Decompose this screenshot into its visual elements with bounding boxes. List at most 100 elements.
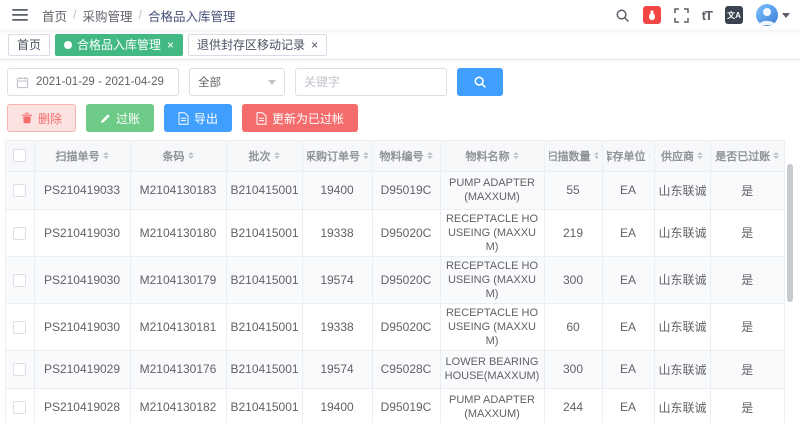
sort-carets-icon[interactable] [594, 149, 598, 162]
table-row[interactable]: PS210419033M2104130183B21041500119400D95… [6, 171, 784, 209]
document-icon [256, 112, 267, 125]
table-cell: PUMP ADAPTER (MAXXUM) [440, 171, 544, 209]
column-header-10[interactable]: 是否已过账 [710, 141, 784, 171]
table-row[interactable]: PS210419030M2104130180B21041500119338D95… [6, 209, 784, 256]
close-icon[interactable]: × [311, 39, 318, 51]
avatar[interactable] [756, 4, 778, 26]
table-cell: 是 [710, 388, 784, 423]
trash-icon [21, 112, 33, 124]
table-cell: M2104130183 [130, 171, 226, 209]
column-header-9[interactable]: 供应商 [654, 141, 710, 171]
column-header-3[interactable]: 批次 [226, 141, 302, 171]
vertical-scrollbar-thumb[interactable] [787, 164, 793, 302]
table-area: 扫描单号条码批次采购订单号物料编号物料名称扫描数量库存单位供应商是否已过账 PS… [5, 140, 795, 423]
table-cell: 19574 [302, 256, 372, 303]
column-header-4[interactable]: 采购订单号 [302, 141, 372, 171]
table-cell: M2104130176 [130, 350, 226, 388]
table-cell: D95020C [372, 209, 440, 256]
font-size-icon[interactable]: tT [702, 8, 712, 23]
tab-label: 合格品入库管理 [77, 36, 161, 53]
sort-carets-icon[interactable] [103, 149, 109, 162]
column-header-2[interactable]: 条码 [130, 141, 226, 171]
data-table: 扫描单号条码批次采购订单号物料编号物料名称扫描数量库存单位供应商是否已过账 PS… [5, 140, 785, 423]
column-header-1[interactable]: 扫描单号 [34, 141, 130, 171]
sort-carets-icon[interactable] [649, 149, 650, 162]
vertical-scrollbar[interactable] [785, 140, 795, 423]
table-cell: PS210419029 [34, 350, 130, 388]
chevron-down-icon [268, 80, 276, 89]
table-cell: M2104130182 [130, 388, 226, 423]
row-checkbox[interactable] [13, 321, 26, 334]
table-cell: 山东联诚 [654, 303, 710, 350]
row-checkbox[interactable] [13, 274, 26, 287]
table-row[interactable]: PS210419030M2104130179B21041500119574D95… [6, 256, 784, 303]
table-cell: 山东联诚 [654, 388, 710, 423]
table-cell: PS210419028 [34, 388, 130, 423]
sort-carets-icon[interactable] [188, 149, 194, 162]
table-cell: B210415001 [226, 171, 302, 209]
table-row[interactable]: PS210419029M2104130176B21041500119574C95… [6, 350, 784, 388]
sort-carets-icon[interactable] [513, 149, 519, 162]
sort-carets-icon[interactable] [363, 149, 368, 162]
table-cell: M2104130180 [130, 209, 226, 256]
tab-return-seal-records[interactable]: 退供封存区移动记录 × [188, 34, 327, 56]
table-cell: C95028C [372, 350, 440, 388]
breadcrumb-separator: / [139, 8, 142, 22]
export-button[interactable]: 导出 [164, 104, 232, 132]
search-button[interactable] [457, 68, 503, 96]
calendar-icon [16, 76, 29, 89]
table-cell: LOWER BEARING HOUSE(MAXXUM) [440, 350, 544, 388]
table-cell: RECEPTACLE HOUSEING (MAXXUM) [440, 256, 544, 303]
table-cell: B210415001 [226, 209, 302, 256]
table-body: PS210419033M2104130183B21041500119400D95… [6, 171, 784, 423]
sort-carets-icon[interactable] [427, 149, 433, 162]
row-checkbox[interactable] [13, 363, 26, 376]
table-cell: 19574 [302, 350, 372, 388]
row-checkbox[interactable] [13, 184, 26, 197]
document-icon [178, 112, 189, 125]
column-header-8[interactable]: 库存单位 [602, 141, 654, 171]
post-button[interactable]: 过账 [86, 104, 154, 132]
breadcrumb-purchase[interactable]: 采购管理 [83, 6, 133, 25]
type-select[interactable]: 全部 [189, 68, 285, 96]
select-all-header [6, 141, 34, 171]
user-menu[interactable] [756, 4, 790, 26]
select-all-checkbox[interactable] [13, 149, 26, 162]
edit-icon [100, 113, 111, 124]
sort-carets-icon[interactable] [274, 149, 280, 162]
keyword-input[interactable] [296, 69, 446, 95]
table-cell: B210415001 [226, 303, 302, 350]
table-cell: PS210419033 [34, 171, 130, 209]
row-checkbox-cell [6, 388, 34, 423]
hamburger-icon[interactable] [10, 6, 30, 24]
column-header-7[interactable]: 扫描数量 [544, 141, 602, 171]
column-header-6[interactable]: 物料名称 [440, 141, 544, 171]
delete-button[interactable]: 删除 [7, 104, 76, 132]
filter-row: 2021-01-29 - 2021-04-29 全部 [7, 68, 793, 96]
fullscreen-icon[interactable] [674, 8, 689, 23]
row-checkbox[interactable] [13, 227, 26, 240]
date-range-picker[interactable]: 2021-01-29 - 2021-04-29 [7, 68, 179, 96]
table-cell: 山东联诚 [654, 171, 710, 209]
select-value: 全部 [198, 74, 221, 90]
breadcrumb-home[interactable]: 首页 [42, 6, 67, 25]
action-buttons: 删除 过账 导出 更新为已过帐 [7, 104, 793, 132]
table-cell: B210415001 [226, 256, 302, 303]
tab-qualified-inbound[interactable]: 合格品入库管理 × [55, 34, 183, 56]
language-icon[interactable]: 文A [725, 6, 743, 24]
table-row[interactable]: PS210419028M2104130182B21041500119400D95… [6, 388, 784, 423]
update-posted-button[interactable]: 更新为已过帐 [242, 104, 358, 132]
tab-home[interactable]: 首页 [8, 34, 50, 56]
row-checkbox[interactable] [13, 401, 26, 414]
table-row[interactable]: PS210419030M2104130181B21041500119338D95… [6, 303, 784, 350]
search-icon[interactable] [615, 8, 630, 23]
close-icon[interactable]: × [167, 39, 174, 51]
column-header-5[interactable]: 物料编号 [372, 141, 440, 171]
sort-carets-icon[interactable] [773, 149, 779, 162]
row-checkbox-cell [6, 171, 34, 209]
error-log-badge-icon[interactable] [643, 6, 661, 24]
sort-carets-icon[interactable] [697, 149, 703, 162]
table-cell: 19400 [302, 388, 372, 423]
table-cell: 19338 [302, 209, 372, 256]
chevron-down-icon[interactable] [782, 13, 790, 22]
